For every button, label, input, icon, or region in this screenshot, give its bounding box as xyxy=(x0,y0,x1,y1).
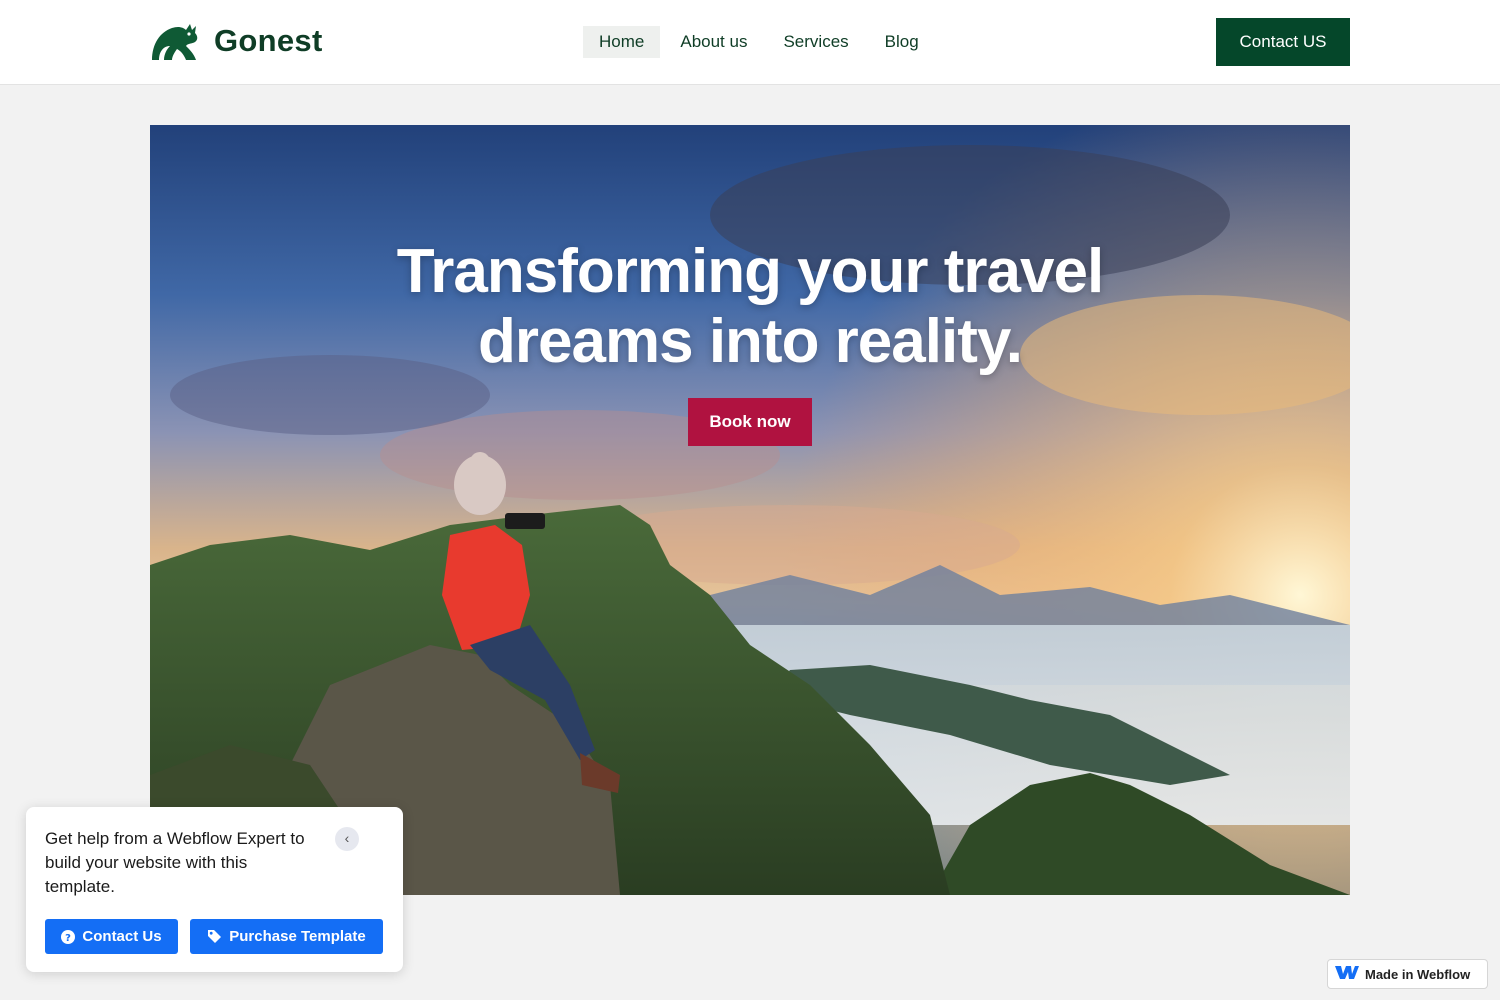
main-nav: Home About us Services Blog xyxy=(583,26,939,58)
contact-us-button[interactable]: Contact US xyxy=(1216,18,1350,66)
made-in-webflow-badge[interactable]: Made in Webflow xyxy=(1327,959,1488,989)
site-header: Gonest Home About us Services Blog Conta… xyxy=(0,0,1500,85)
webflow-help-popup: Get help from a Webflow Expert to build … xyxy=(26,807,403,972)
badge-label: Made in Webflow xyxy=(1365,966,1471,982)
hero-section: Transforming your travel dreams into rea… xyxy=(150,125,1350,895)
svg-text:?: ? xyxy=(66,933,72,944)
nav-item-home[interactable]: Home xyxy=(583,26,661,58)
hero-title-line-2: dreams into reality. xyxy=(478,307,1023,376)
nav-item-about[interactable]: About us xyxy=(664,26,763,58)
purchase-template-button[interactable]: Purchase Template xyxy=(190,919,383,954)
purchase-template-label: Purchase Template xyxy=(229,928,366,945)
help-text: Get help from a Webflow Expert to build … xyxy=(45,829,305,896)
nav-item-services[interactable]: Services xyxy=(767,26,864,58)
hero-title: Transforming your travel dreams into rea… xyxy=(150,237,1350,377)
tag-icon xyxy=(207,929,222,944)
chevron-left-icon[interactable]: ‹ xyxy=(335,827,359,851)
book-now-button[interactable]: Book now xyxy=(688,398,812,446)
brand-logo[interactable]: Gonest xyxy=(150,20,323,62)
hero-title-line-1: Transforming your travel xyxy=(396,237,1104,306)
brand-name: Gonest xyxy=(214,23,323,58)
nav-item-blog[interactable]: Blog xyxy=(869,26,935,58)
kangaroo-icon xyxy=(150,20,202,62)
webflow-logo-icon xyxy=(1335,965,1365,983)
help-contact-label: Contact Us xyxy=(82,928,162,945)
help-contact-button[interactable]: ? Contact Us xyxy=(45,919,178,954)
question-circle-icon: ? xyxy=(61,929,76,944)
